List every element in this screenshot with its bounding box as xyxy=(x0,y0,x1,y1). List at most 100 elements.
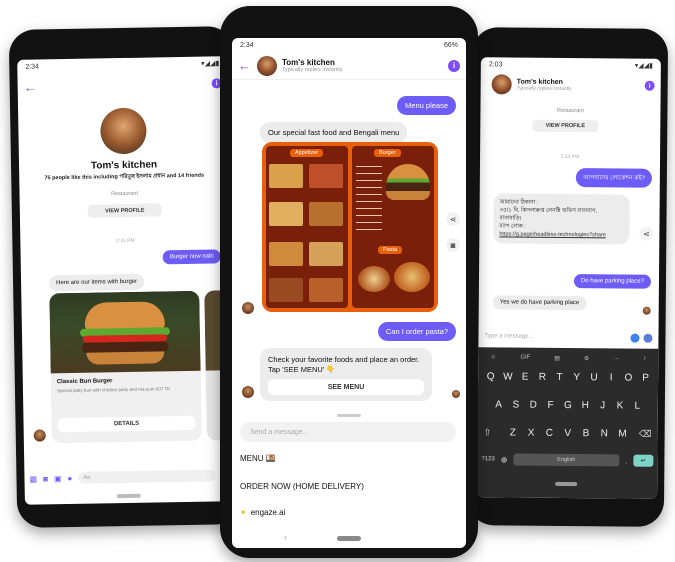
key-g[interactable]: G xyxy=(560,400,576,411)
gallery-icon[interactable]: ▣ xyxy=(54,474,62,483)
page-name: Tom's kitchen xyxy=(90,159,158,172)
timestamp: 2:03 PM xyxy=(560,153,580,161)
view-profile-button[interactable]: VIEW PROFILE xyxy=(532,119,599,133)
message-input[interactable]: Send a message... xyxy=(240,422,456,442)
key-b[interactable]: B xyxy=(578,428,594,439)
menu-image[interactable]: Appetizer Burger Pasta xyxy=(262,142,438,312)
voice-icon[interactable]: ♪ xyxy=(643,356,646,362)
gif-button[interactable]: GIF xyxy=(520,355,530,361)
card-description: Special patty bun with chicken patty and… xyxy=(56,386,171,394)
key-v[interactable]: V xyxy=(560,428,576,439)
key-r[interactable]: R xyxy=(534,372,550,383)
info-icon[interactable]: i xyxy=(644,80,655,91)
key-p[interactable]: P xyxy=(638,373,654,384)
key-u[interactable]: U xyxy=(586,372,602,383)
key-e[interactable]: E xyxy=(517,372,533,383)
key-m[interactable]: M xyxy=(615,428,631,439)
key-j[interactable]: J xyxy=(595,400,611,411)
outgoing-message-pasta: Can I order pasta? xyxy=(377,322,456,341)
incoming-message-2: Yes we do have parking place xyxy=(492,295,587,311)
left-screen: 2:34 ▾◢◢▮ ← i Tom's kitchen 75 people li… xyxy=(17,56,235,505)
menu-list-lines xyxy=(356,166,382,236)
nav-home-pill[interactable] xyxy=(555,481,578,487)
category-label: Restaurant xyxy=(111,190,139,198)
persistent-menu-handle[interactable] xyxy=(337,414,361,417)
outgoing-message-2: Do have parking place? xyxy=(573,274,652,289)
center-header: ← Tom's kitchen Typically replies instan… xyxy=(232,52,466,80)
center-phone: 2:34 66% ← Tom's kitchen Typically repli… xyxy=(220,6,478,558)
key-i[interactable]: I xyxy=(603,372,619,383)
left-header: ← i xyxy=(17,70,227,100)
card-title: Classic Bun Burger xyxy=(56,378,113,386)
key-d[interactable]: D xyxy=(525,400,541,411)
shift-key[interactable]: ⇧ xyxy=(484,427,492,438)
user-avatar xyxy=(642,306,651,315)
page-name: Tom's kitchen xyxy=(516,78,563,86)
center-status-bar: 2:34 66% xyxy=(232,38,466,52)
see-menu-button[interactable]: SEE MENU xyxy=(268,379,424,395)
pasta-photo xyxy=(358,266,390,292)
message-input[interactable]: Type a message... xyxy=(484,333,626,340)
key-k[interactable]: K xyxy=(612,400,628,411)
key-h[interactable]: H xyxy=(577,400,593,411)
signal-icons: ▾◢◢▮ xyxy=(201,60,220,68)
camera-icon[interactable]: ◙ xyxy=(446,238,460,252)
nav-home-pill[interactable] xyxy=(337,536,361,541)
key-l[interactable]: L xyxy=(629,401,645,412)
sticker-icon[interactable]: ☺ xyxy=(490,354,496,360)
persistent-menu-item-engaze[interactable]: ✦ engaze.ai xyxy=(240,508,285,517)
timestamp: 2:31 PM xyxy=(116,237,135,245)
key-o[interactable]: O xyxy=(620,372,636,383)
more-icon[interactable]: ⋯ xyxy=(613,355,619,362)
page-subtitle: Typically replies instantly xyxy=(282,67,343,73)
backspace-key[interactable]: ⌫ xyxy=(639,429,652,440)
camera-icon[interactable]: ◙ xyxy=(43,474,48,483)
key-w[interactable]: W xyxy=(500,371,516,382)
view-profile-button[interactable]: VIEW PROFILE xyxy=(87,203,162,218)
nav-home-pill[interactable] xyxy=(116,493,141,499)
persistent-menu-item-menu[interactable]: MENU 🍱 xyxy=(240,454,276,463)
back-arrow-icon[interactable]: ← xyxy=(24,79,38,94)
info-icon[interactable]: i xyxy=(448,59,460,72)
clipboard-icon[interactable]: ▤ xyxy=(554,354,560,361)
globe-icon[interactable]: ⊕ xyxy=(501,455,508,464)
details-button[interactable]: DETAILS xyxy=(57,415,196,433)
period-key[interactable]: . xyxy=(625,456,627,465)
mic-icon[interactable]: ● xyxy=(67,473,72,482)
food-photo xyxy=(309,202,343,226)
key-x[interactable]: X xyxy=(523,428,539,439)
key-z[interactable]: Z xyxy=(505,427,521,438)
outgoing-message-1: আপনাদের লোকেশন কই? xyxy=(576,168,652,188)
persistent-menu-item-order[interactable]: ORDER NOW (HOME DELIVERY) xyxy=(240,482,364,491)
status-time: 2:03 xyxy=(488,60,503,68)
engaze-label: engaze.ai xyxy=(250,508,286,517)
key-y[interactable]: Y xyxy=(569,372,585,383)
share-icon[interactable]: ⋖ xyxy=(446,212,460,226)
settings-icon[interactable]: ⚙ xyxy=(584,355,589,362)
key-s[interactable]: S xyxy=(508,399,524,411)
map-link[interactable]: https://g.page/headless-technologies?sha… xyxy=(499,230,623,239)
apps-icon[interactable]: ▦ xyxy=(29,474,37,483)
keyboard: ☺ GIF ▤ ⚙ ⋯ ♪ QWERTYUIOP ASDFGHJKL ZXCVB… xyxy=(477,347,659,499)
right-screen: 2:03 ▾◢◢▮ Tom's kitchen Typically replie… xyxy=(477,57,661,499)
key-f[interactable]: F xyxy=(543,400,559,411)
key-n[interactable]: N xyxy=(596,428,612,439)
page-name: Tom's kitchen xyxy=(282,58,335,67)
keyboard-row-2: ASDFGHJKL xyxy=(490,399,646,416)
number-key[interactable]: ?123 xyxy=(481,456,494,462)
likes-text: 75 people like this including পরিতুষ ইসল… xyxy=(44,172,205,182)
nav-back-icon[interactable]: ‹ xyxy=(284,532,287,542)
key-c[interactable]: C xyxy=(541,428,557,439)
back-arrow-icon[interactable]: ← xyxy=(238,58,252,73)
key-q[interactable]: Q xyxy=(483,371,499,382)
key-a[interactable]: A xyxy=(491,399,507,410)
composer-bar: Type a message... xyxy=(478,327,658,347)
page-avatar xyxy=(100,107,147,155)
send-icon[interactable] xyxy=(643,333,653,343)
message-input[interactable]: Aa xyxy=(78,469,216,484)
emoji-icon[interactable] xyxy=(630,333,640,343)
share-icon[interactable]: ⋖ xyxy=(639,226,654,241)
space-bar[interactable]: English xyxy=(513,453,620,467)
key-t[interactable]: T xyxy=(552,372,568,383)
enter-key[interactable]: ↵ xyxy=(633,454,654,467)
